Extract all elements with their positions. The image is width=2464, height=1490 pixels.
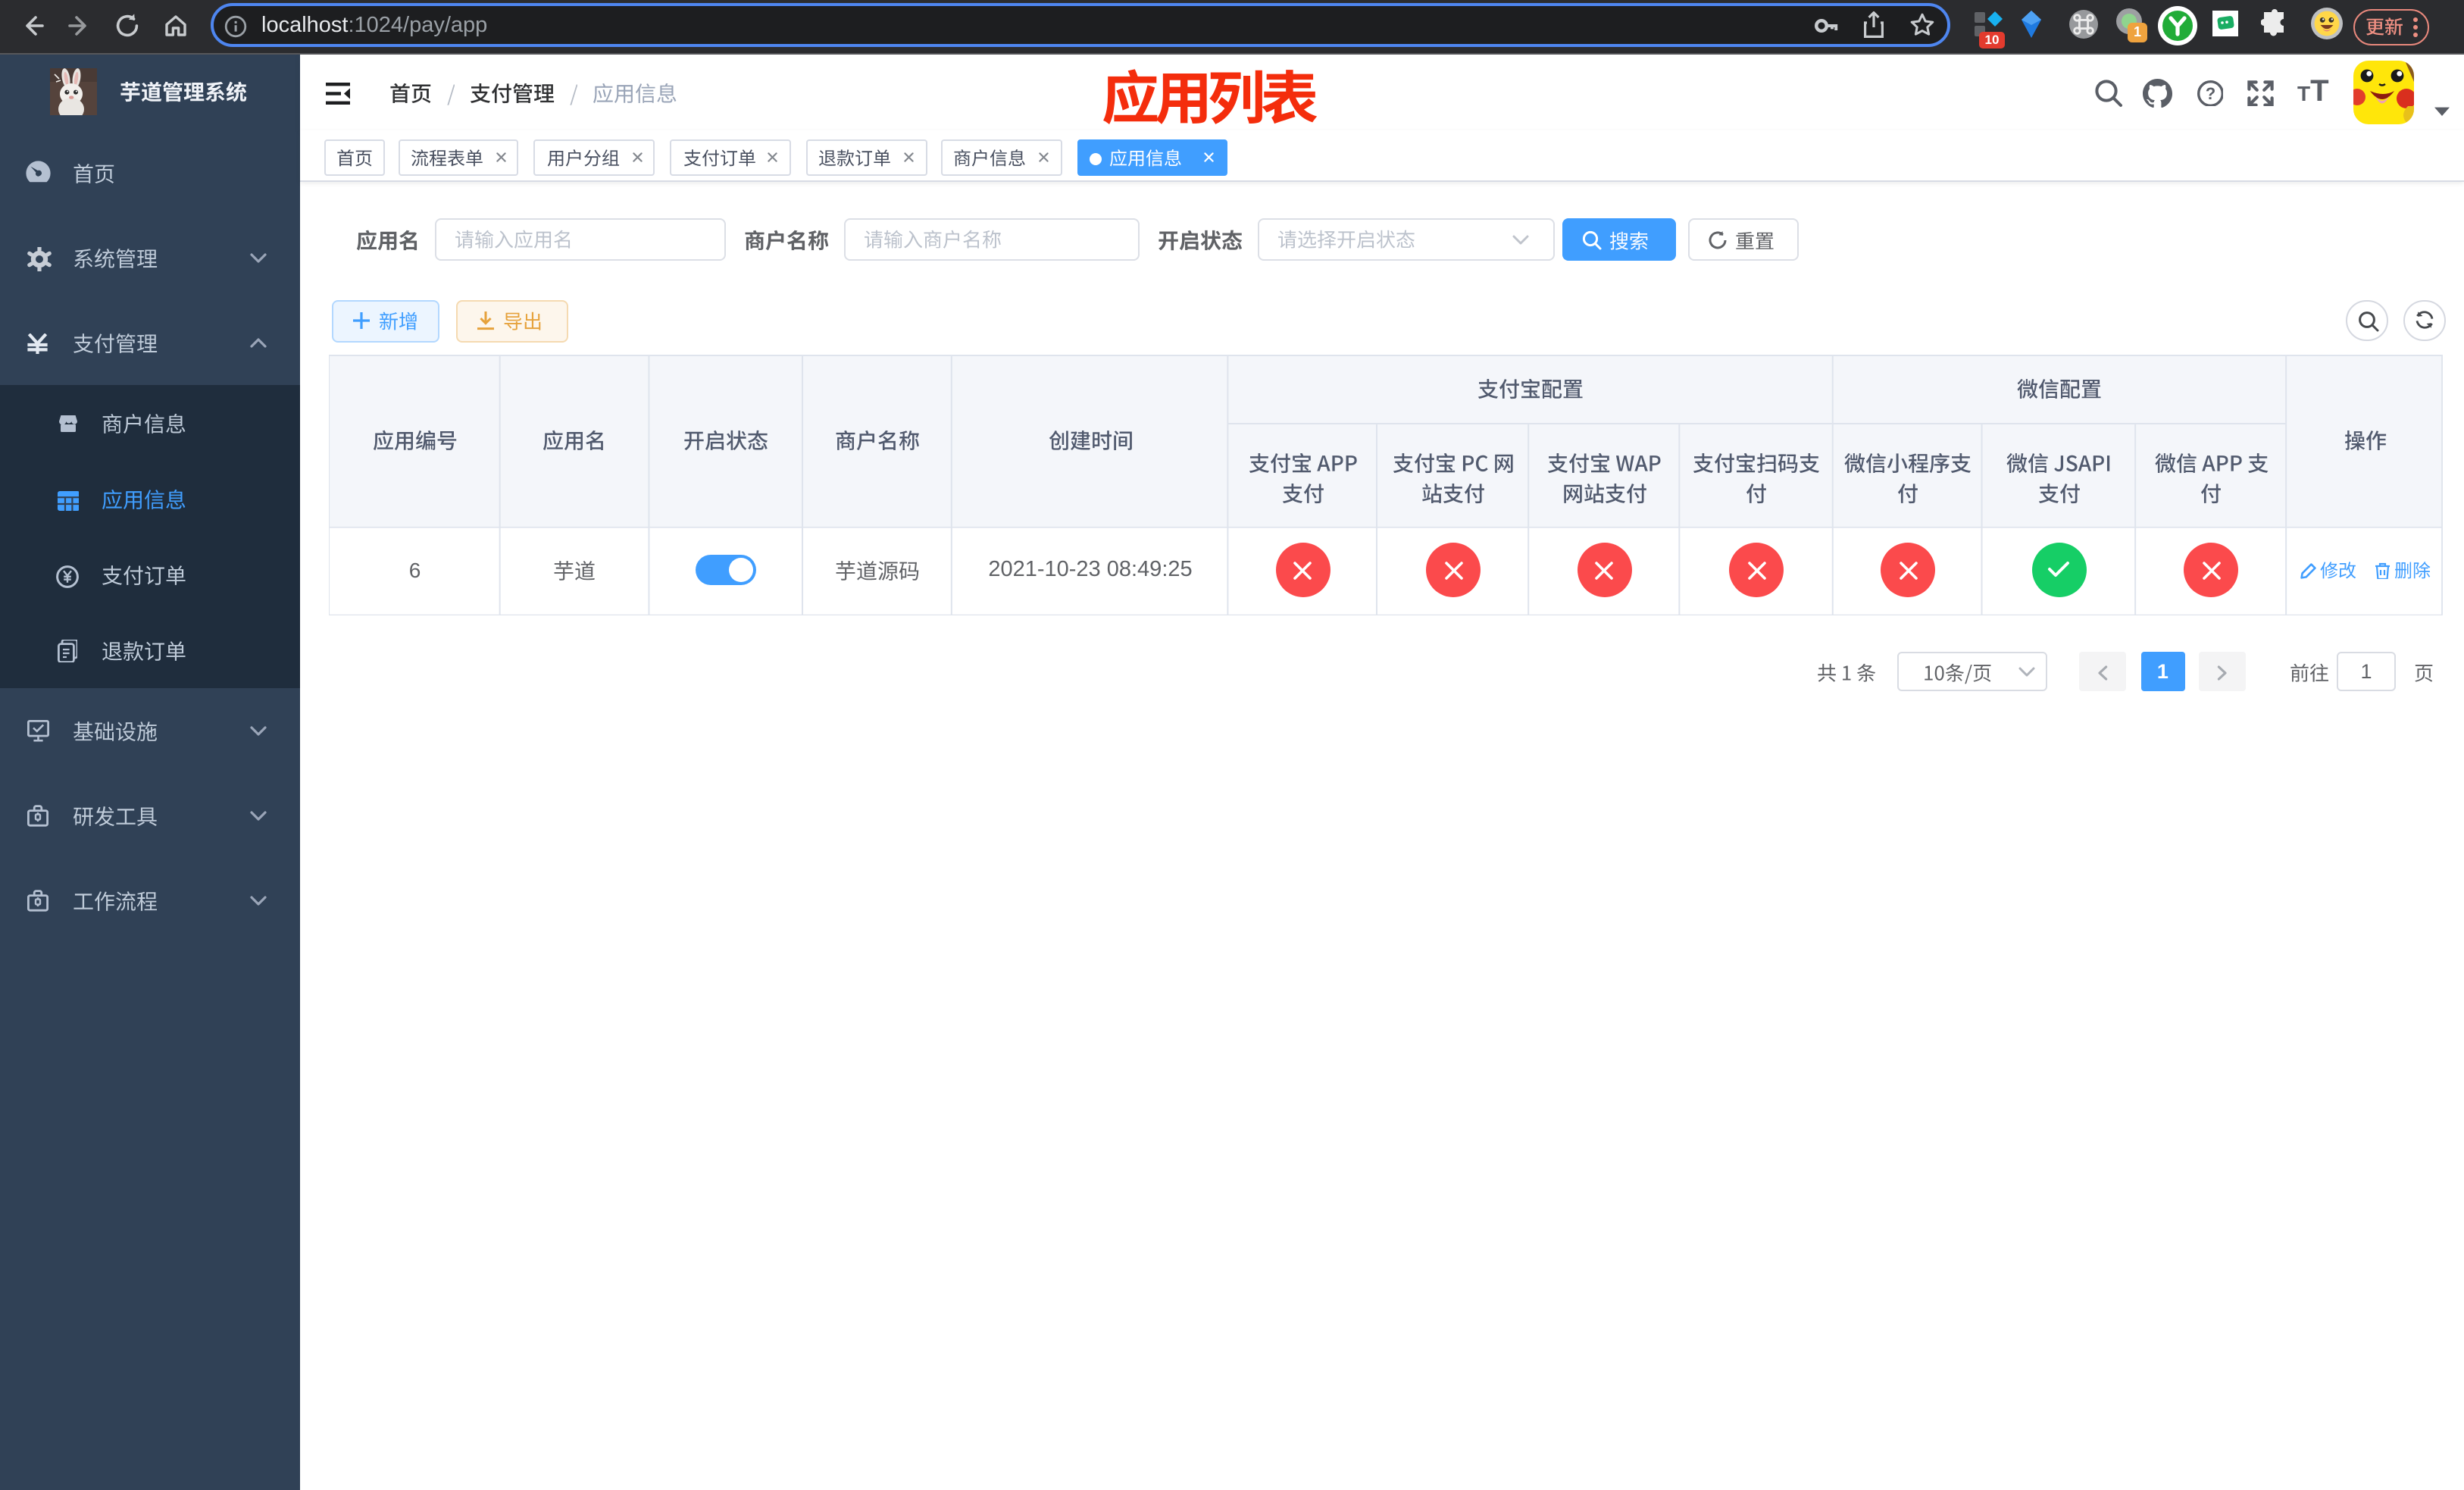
svg-text:?: ?: [2205, 83, 2215, 102]
